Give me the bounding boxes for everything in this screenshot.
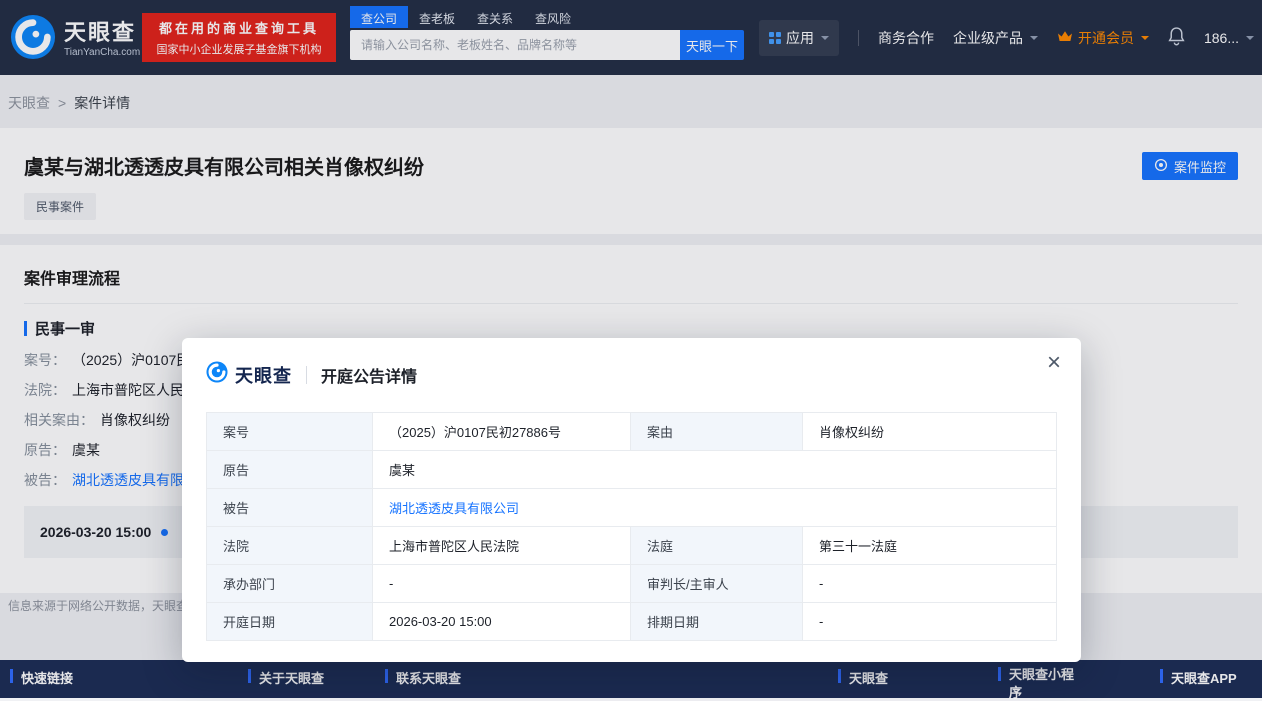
hearing-detail-table: 案号 （2025）沪0107民初27886号 案由 肖像权纠纷 原告 虞某 被告… <box>206 412 1057 641</box>
modal-title: 开庭公告详情 <box>321 368 418 386</box>
cell-value: - <box>802 564 1057 603</box>
cell-value: - <box>802 602 1057 641</box>
cell-value: 2026-03-20 15:00 <box>372 602 631 641</box>
table-row: 承办部门 - 审判长/主审人 - <box>206 564 1057 603</box>
table-row: 开庭日期 2026-03-20 15:00 排期日期 - <box>206 602 1057 641</box>
cell-label: 承办部门 <box>206 564 373 603</box>
tianyancha-logo-icon <box>206 361 228 388</box>
cell-value: - <box>372 564 631 603</box>
cell-label: 法院 <box>206 526 373 565</box>
table-row: 原告 虞某 <box>206 450 1057 489</box>
cell-label: 案由 <box>630 412 803 451</box>
cell-value: 上海市普陀区人民法院 <box>372 526 631 565</box>
cell-label: 原告 <box>206 450 373 489</box>
cell-label: 被告 <box>206 488 373 527</box>
modal-logo-text: 天眼查 <box>235 365 292 386</box>
cell-label: 开庭日期 <box>206 602 373 641</box>
cell-label: 排期日期 <box>630 602 803 641</box>
cell-value: （2025）沪0107民初27886号 <box>372 412 631 451</box>
cell-value: 第三十一法庭 <box>802 526 1057 565</box>
modal-logo: 天眼查 <box>206 361 292 388</box>
table-row: 案号 （2025）沪0107民初27886号 案由 肖像权纠纷 <box>206 412 1057 451</box>
table-row: 被告 湖北透透皮具有限公司 <box>206 488 1057 527</box>
close-icon[interactable]: × <box>1047 351 1061 375</box>
cell-value: 肖像权纠纷 <box>802 412 1057 451</box>
cell-label: 案号 <box>206 412 373 451</box>
defendant-company-link[interactable]: 湖北透透皮具有限公司 <box>389 501 519 516</box>
table-row: 法院 上海市普陀区人民法院 法庭 第三十一法庭 <box>206 526 1057 565</box>
cell-label: 法庭 <box>630 526 803 565</box>
cell-label: 审判长/主审人 <box>630 564 803 603</box>
cell-value: 虞某 <box>372 450 1057 489</box>
modal-header-divider <box>306 365 307 384</box>
cell-value: 湖北透透皮具有限公司 <box>372 488 1057 527</box>
modal-header: 天眼查 开庭公告详情 × <box>182 338 1081 394</box>
hearing-detail-modal: 天眼查 开庭公告详情 × 案号 （2025）沪0107民初27886号 案由 肖… <box>182 338 1081 662</box>
